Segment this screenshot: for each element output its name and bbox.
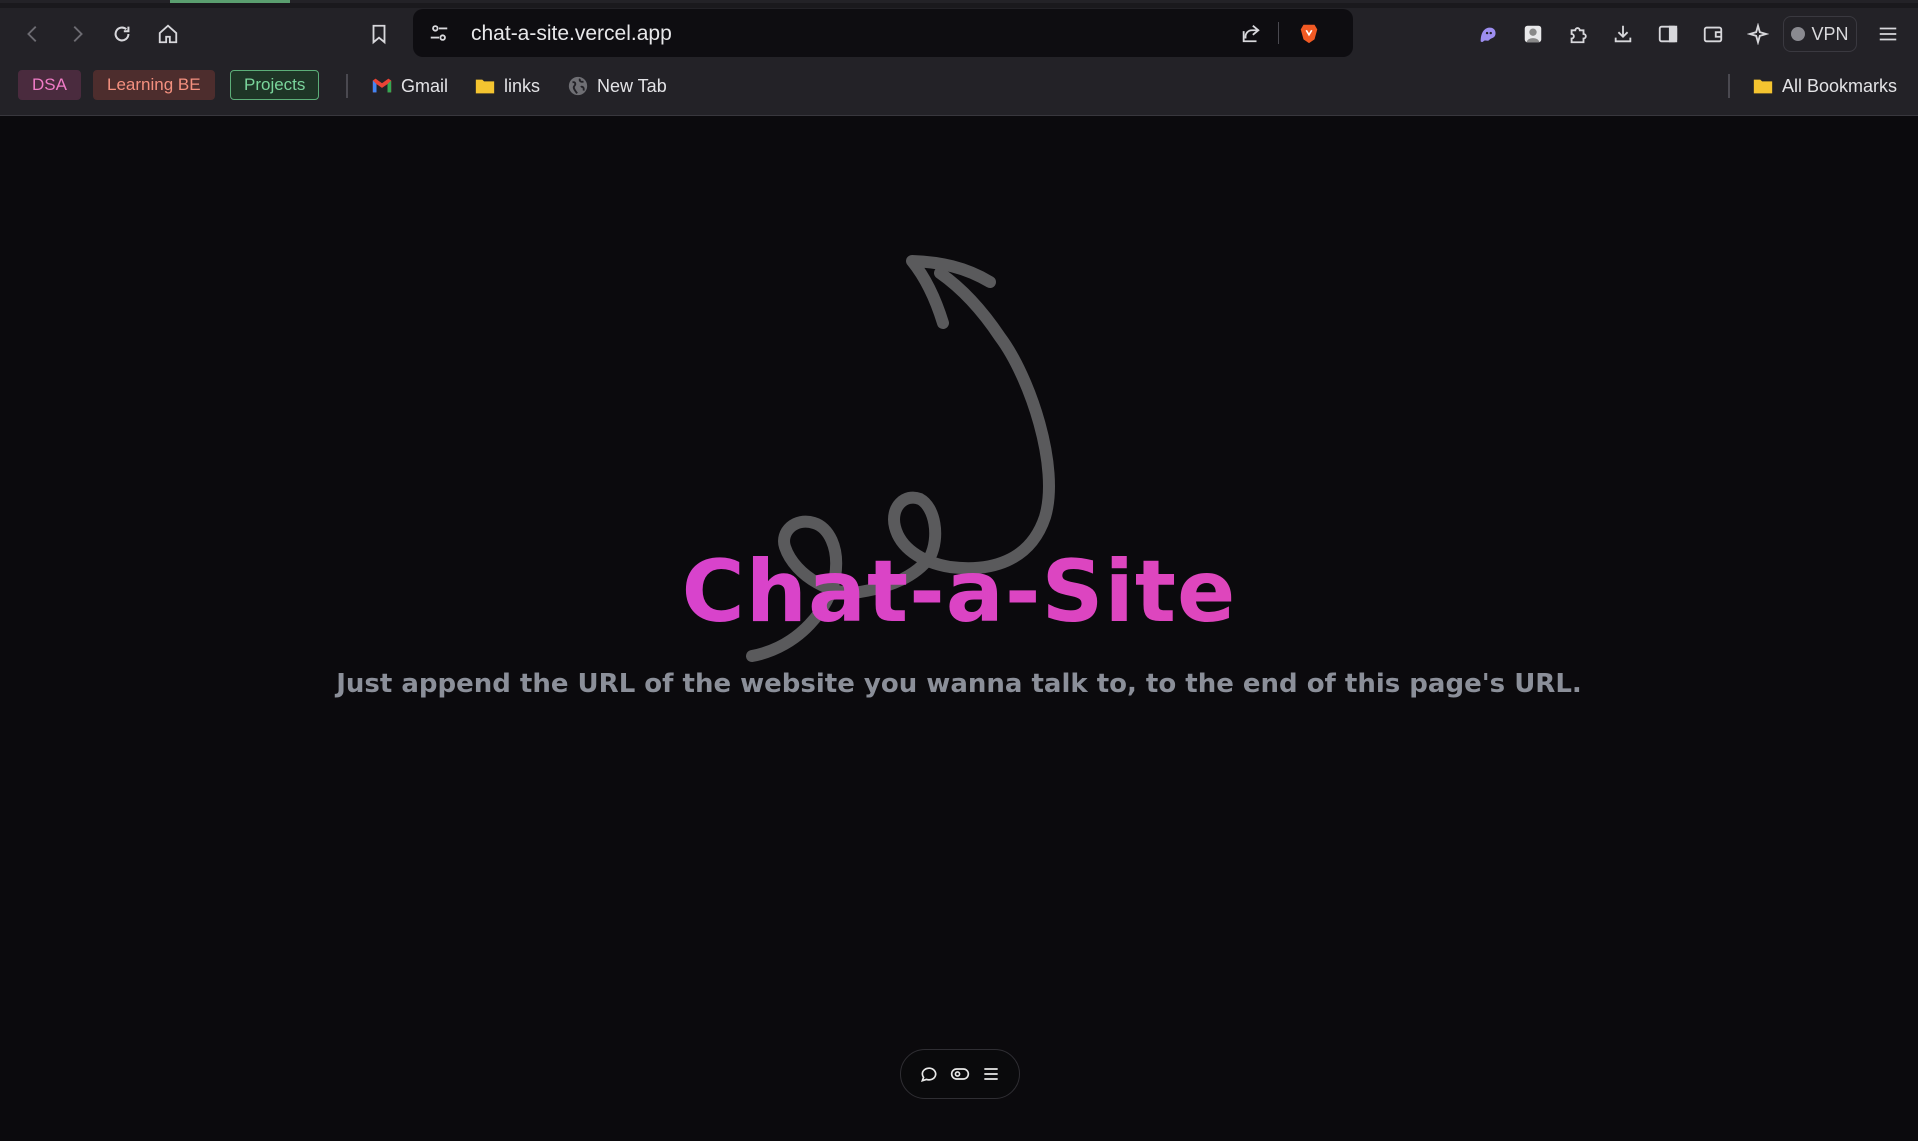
vpn-label: VPN (1811, 23, 1849, 44)
reload-button[interactable] (104, 16, 140, 52)
wallet-button[interactable] (1695, 16, 1731, 52)
image-extension-icon (1524, 25, 1542, 43)
bookmark-label: links (504, 75, 541, 96)
globe-icon (568, 76, 588, 96)
site-settings-icon[interactable] (421, 15, 457, 51)
extensions-button[interactable] (1560, 16, 1596, 52)
bookmark-label: New Tab (597, 75, 667, 96)
puzzle-icon (1570, 27, 1587, 44)
browser-chrome: chat-a-site.vercel.app VPN DSA Learning … (0, 0, 1918, 116)
bookmark-folder-links[interactable]: links (474, 72, 540, 100)
all-bookmarks-button[interactable]: All Bookmarks (1752, 72, 1897, 100)
extension-image-button[interactable] (1515, 16, 1551, 52)
share-icon[interactable] (1233, 15, 1269, 51)
sparkle-icon (1747, 23, 1769, 45)
eye-toggle-icon[interactable] (947, 1061, 973, 1087)
folder-icon (1753, 79, 1773, 94)
page-subtitle: Just append the URL of the website you w… (336, 669, 1582, 699)
wallet-icon (1703, 26, 1723, 43)
reload-icon (114, 26, 130, 42)
url-separator (1278, 22, 1279, 44)
address-bar[interactable]: chat-a-site.vercel.app (413, 9, 1353, 57)
folder-icon (475, 79, 495, 94)
bookmark-chip-learning-be[interactable]: Learning BE (93, 70, 215, 100)
bottom-dock (900, 1049, 1020, 1099)
sidebar-toggle-button[interactable] (1650, 16, 1686, 52)
browser-toolbar: chat-a-site.vercel.app VPN (0, 8, 1918, 58)
bookmark-gmail[interactable]: Gmail (371, 72, 448, 100)
all-bookmarks-label: All Bookmarks (1782, 75, 1898, 96)
page-title: Chat-a-Site (0, 542, 1918, 642)
vpn-status-icon (1791, 27, 1806, 41)
brave-shields-icon[interactable] (1291, 15, 1327, 51)
sidebar-icon (1658, 25, 1678, 43)
bookmarks-bar: DSA Learning BE Projects Gmail links New… (0, 66, 1918, 106)
bookmark-new-tab[interactable]: New Tab (567, 72, 667, 100)
menu-icon[interactable] (978, 1061, 1004, 1087)
leo-ai-button[interactable] (1740, 16, 1776, 52)
bookmark-chip-projects[interactable]: Projects (230, 70, 320, 100)
chat-bubble-icon[interactable] (916, 1061, 942, 1087)
home-icon (158, 24, 178, 44)
curly-arrow-illustration (746, 255, 1055, 662)
gmail-icon (372, 78, 392, 93)
bookmark-chip-dsa[interactable]: DSA (18, 70, 81, 100)
bookmarks-separator (346, 74, 348, 98)
vpn-button[interactable]: VPN (1783, 16, 1857, 52)
extension-ghost-button[interactable] (1470, 16, 1506, 52)
ghost-extension-icon (1480, 27, 1496, 43)
url-text[interactable]: chat-a-site.vercel.app (471, 22, 672, 46)
back-button[interactable] (15, 16, 51, 52)
main-menu-button[interactable] (1870, 16, 1906, 52)
download-icon (1614, 25, 1632, 43)
forward-button[interactable] (59, 16, 95, 52)
home-button[interactable] (150, 16, 186, 52)
downloads-button[interactable] (1605, 16, 1641, 52)
bookmark-icon (372, 24, 386, 45)
chevron-left-icon (27, 26, 37, 42)
page-content: Chat-a-Site Just append the URL of the w… (0, 117, 1918, 1141)
chevron-right-icon (73, 26, 83, 42)
hamburger-menu-icon (1879, 27, 1897, 41)
bookmarks-separator (1728, 74, 1730, 98)
bookmark-page-button[interactable] (361, 16, 397, 52)
bookmark-label: Gmail (401, 75, 449, 96)
